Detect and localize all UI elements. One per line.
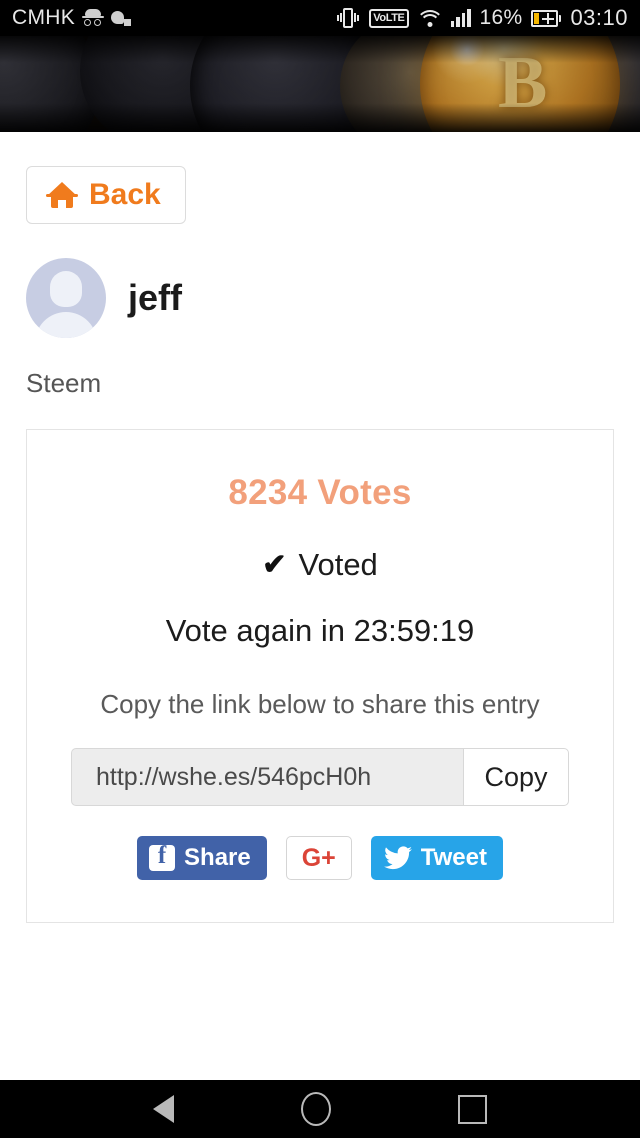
status-bar-left: CMHK bbox=[12, 6, 132, 30]
incognito-icon bbox=[82, 9, 105, 27]
facebook-share-label: Share bbox=[184, 844, 251, 871]
voted-status: ✔ Voted bbox=[51, 547, 589, 583]
social-share-row: Share G+ Tweet bbox=[51, 836, 589, 880]
twitter-icon bbox=[383, 846, 412, 870]
platform-label: Steem bbox=[26, 368, 102, 398]
status-bar: CMHK VoLTE 16% 03:10 bbox=[0, 0, 640, 36]
volte-icon: VoLTE bbox=[369, 8, 409, 28]
home-icon bbox=[46, 182, 78, 208]
vote-count-label: 8234 Votes bbox=[228, 473, 412, 512]
wifi-icon bbox=[415, 9, 444, 28]
back-button[interactable]: Back bbox=[26, 166, 186, 224]
crypto-banner-image: B bbox=[0, 36, 640, 132]
page-content: Back jeff Steem 8234 Votes ✔ Voted Vote … bbox=[0, 132, 640, 923]
android-nav-bar bbox=[0, 1080, 640, 1138]
nav-recents-icon[interactable] bbox=[457, 1094, 487, 1124]
vote-again-label: Vote again in 23:59:19 bbox=[165, 613, 475, 648]
check-icon: ✔ bbox=[262, 548, 287, 581]
back-button-label: Back bbox=[89, 178, 161, 211]
clock-label: 03:10 bbox=[570, 5, 628, 30]
twitter-share-button[interactable]: Tweet bbox=[370, 836, 503, 880]
share-link-row: Copy bbox=[51, 748, 589, 806]
carrier-label: CMHK bbox=[12, 6, 76, 29]
twitter-share-label: Tweet bbox=[420, 844, 487, 871]
share-link-input[interactable] bbox=[71, 748, 463, 806]
googleplus-share-button[interactable]: G+ bbox=[285, 836, 352, 880]
voted-label: Voted bbox=[298, 547, 378, 582]
username-label: jeff bbox=[128, 277, 182, 318]
status-bar-right: VoLTE 16% 03:10 bbox=[336, 5, 628, 31]
nav-home-icon[interactable] bbox=[300, 1092, 331, 1126]
battery-percent-label: 16% bbox=[479, 6, 523, 29]
vote-card: 8234 Votes ✔ Voted Vote again in 23:59:1… bbox=[26, 429, 614, 923]
vibrate-icon bbox=[336, 8, 360, 28]
signal-icon bbox=[450, 9, 471, 27]
battery-icon bbox=[531, 9, 562, 27]
nav-back-icon[interactable] bbox=[153, 1095, 175, 1123]
facebook-share-button[interactable]: Share bbox=[137, 836, 267, 880]
app-icon bbox=[111, 10, 132, 26]
profile-header: jeff bbox=[26, 258, 614, 338]
share-hint-label: Copy the link below to share this entry bbox=[100, 689, 540, 719]
copy-button[interactable]: Copy bbox=[463, 748, 569, 806]
facebook-icon bbox=[149, 842, 176, 871]
googleplus-icon: G+ bbox=[301, 843, 336, 872]
avatar bbox=[26, 258, 106, 338]
